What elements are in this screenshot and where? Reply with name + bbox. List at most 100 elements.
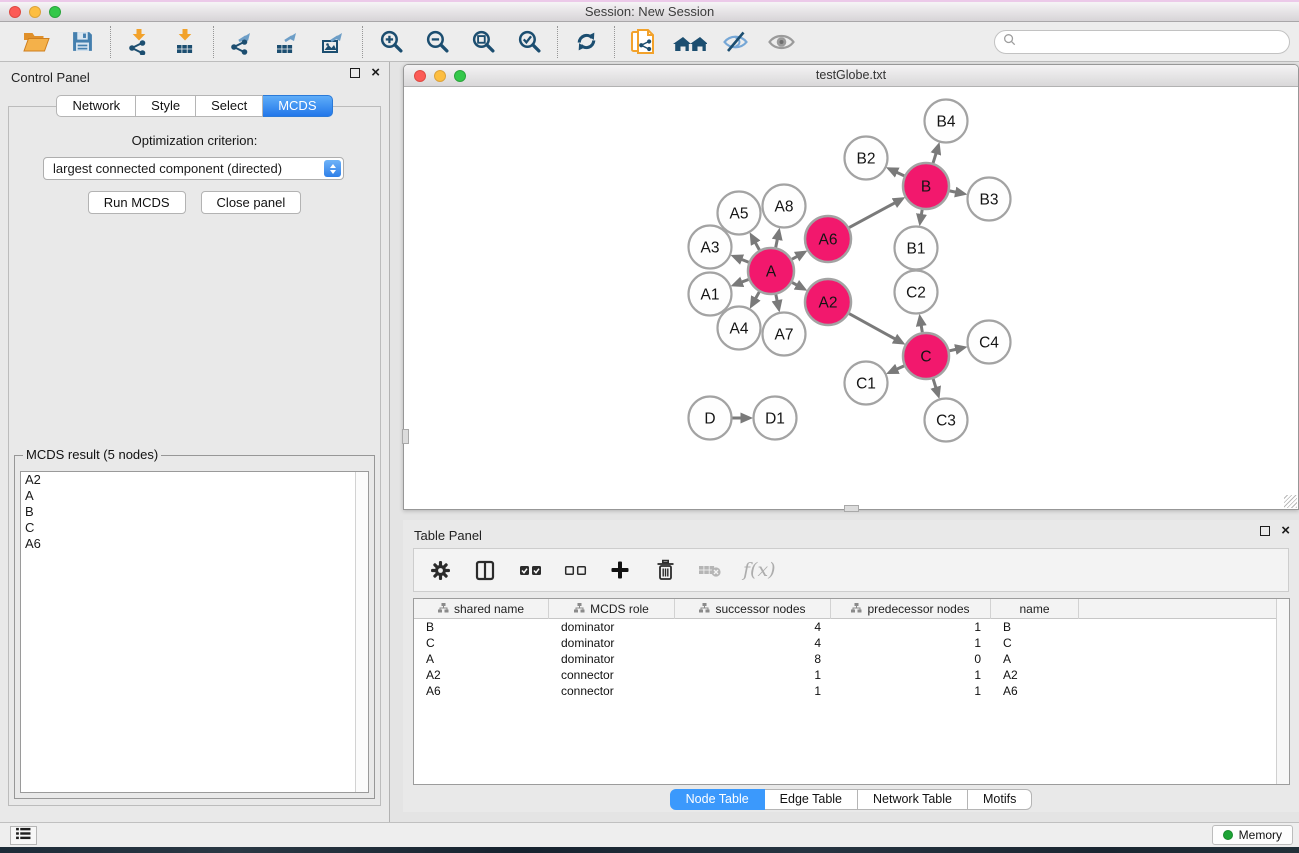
result-item[interactable]: A2 bbox=[21, 472, 368, 488]
zoom-window-button[interactable] bbox=[49, 6, 61, 18]
table-row[interactable]: Adominator80A bbox=[414, 651, 1289, 667]
result-scrollbar[interactable] bbox=[355, 472, 368, 792]
show-annotations-button[interactable] bbox=[766, 27, 796, 57]
graph-node-A[interactable]: A bbox=[748, 248, 794, 294]
splitter-handle-horizontal[interactable] bbox=[844, 505, 859, 512]
column-header-successor-nodes[interactable]: successor nodes bbox=[675, 599, 831, 619]
result-item[interactable]: C bbox=[21, 520, 368, 536]
table-row[interactable]: A6connector11A6 bbox=[414, 683, 1289, 699]
table-row[interactable]: Cdominator41C bbox=[414, 635, 1289, 651]
zoom-fit-button[interactable] bbox=[468, 27, 498, 57]
graph-edge-A-A6[interactable] bbox=[792, 256, 798, 259]
table-cell[interactable]: 1 bbox=[831, 619, 991, 635]
graph-node-A7[interactable]: A7 bbox=[763, 313, 806, 356]
export-network-button[interactable] bbox=[227, 27, 257, 57]
export-image-button[interactable] bbox=[319, 27, 349, 57]
graph-edge-C-C3[interactable] bbox=[933, 379, 936, 388]
table-row[interactable]: A2connector11A2 bbox=[414, 667, 1289, 683]
zoom-selected-button[interactable] bbox=[514, 27, 544, 57]
graph-edge-A-A5[interactable] bbox=[755, 242, 759, 250]
refresh-button[interactable] bbox=[571, 27, 601, 57]
graph-edge-B-B4[interactable] bbox=[933, 153, 936, 163]
graph-edge-A-A3[interactable] bbox=[741, 259, 748, 262]
table-cell[interactable]: dominator bbox=[549, 635, 675, 651]
graph-node-C1[interactable]: C1 bbox=[845, 362, 888, 405]
import-table-button[interactable] bbox=[170, 27, 200, 57]
network-window-titlebar[interactable]: testGlobe.txt bbox=[404, 65, 1298, 87]
table-cell[interactable]: 4 bbox=[675, 619, 831, 635]
add-row-button[interactable] bbox=[608, 557, 632, 583]
table-cell[interactable]: 4 bbox=[675, 635, 831, 651]
network-zoom-button[interactable] bbox=[454, 70, 466, 82]
save-session-button[interactable] bbox=[67, 27, 97, 57]
search-input[interactable] bbox=[1021, 33, 1289, 51]
graph-edge-A-A1[interactable] bbox=[741, 279, 748, 282]
graph-node-A2[interactable]: A2 bbox=[805, 279, 851, 325]
network-close-button[interactable] bbox=[414, 70, 426, 82]
delete-table-button[interactable] bbox=[698, 557, 722, 583]
graph-edge-A2-C[interactable] bbox=[849, 314, 895, 340]
resize-grip[interactable] bbox=[1284, 495, 1297, 508]
table-cell[interactable]: dominator bbox=[549, 619, 675, 635]
graph-node-A1[interactable]: A1 bbox=[689, 273, 732, 316]
float-panel-icon[interactable] bbox=[350, 68, 360, 78]
table-cell[interactable]: dominator bbox=[549, 651, 675, 667]
table-cell[interactable]: A bbox=[991, 651, 1079, 667]
table-cell[interactable]: 1 bbox=[831, 667, 991, 683]
table-cell[interactable]: B bbox=[414, 619, 549, 635]
graph-node-A3[interactable]: A3 bbox=[689, 226, 732, 269]
close-panel-button[interactable]: Close panel bbox=[201, 191, 302, 214]
run-mcds-button[interactable]: Run MCDS bbox=[88, 191, 186, 214]
minimize-window-button[interactable] bbox=[29, 6, 41, 18]
table-cell[interactable]: A2 bbox=[991, 667, 1079, 683]
tab-network[interactable]: Network bbox=[56, 95, 136, 117]
graph-node-B3[interactable]: B3 bbox=[968, 178, 1011, 221]
graph-edge-A-A4[interactable] bbox=[755, 292, 759, 299]
graph-edge-B-B3[interactable] bbox=[950, 191, 957, 192]
graph-node-B4[interactable]: B4 bbox=[925, 100, 968, 143]
column-header-MCDS-role[interactable]: MCDS role bbox=[549, 599, 675, 619]
graph-edge-A-A8[interactable] bbox=[776, 239, 778, 248]
graph-node-C[interactable]: C bbox=[903, 333, 949, 379]
open-file-button[interactable] bbox=[21, 27, 51, 57]
import-network-button[interactable] bbox=[124, 27, 154, 57]
splitter-handle-vertical[interactable] bbox=[402, 429, 409, 444]
home-button[interactable] bbox=[674, 27, 704, 57]
result-item[interactable]: A6 bbox=[21, 536, 368, 552]
duplicate-network-button[interactable] bbox=[628, 27, 658, 57]
column-header-predecessor-nodes[interactable]: predecessor nodes bbox=[831, 599, 991, 619]
tab-style[interactable]: Style bbox=[136, 95, 196, 117]
table-cell[interactable]: A2 bbox=[414, 667, 549, 683]
graph-node-B2[interactable]: B2 bbox=[845, 137, 888, 180]
table-cell[interactable]: connector bbox=[549, 667, 675, 683]
graph-node-D[interactable]: D bbox=[689, 397, 732, 440]
tab-select[interactable]: Select bbox=[196, 95, 263, 117]
tab-edge-table[interactable]: Edge Table bbox=[765, 789, 858, 810]
table-scrollbar[interactable] bbox=[1276, 599, 1289, 784]
graph-node-B1[interactable]: B1 bbox=[895, 227, 938, 270]
criterion-dropdown[interactable]: largest connected component (directed) bbox=[43, 157, 344, 180]
graph-node-C4[interactable]: C4 bbox=[968, 321, 1011, 364]
table-cell[interactable]: A6 bbox=[991, 683, 1079, 699]
graph-edge-C-C4[interactable] bbox=[949, 349, 956, 351]
table-cell[interactable]: 0 bbox=[831, 651, 991, 667]
select-all-button[interactable] bbox=[518, 557, 542, 583]
close-panel-icon[interactable]: × bbox=[371, 68, 380, 78]
table-cell[interactable]: 1 bbox=[675, 683, 831, 699]
table-row[interactable]: Bdominator41B bbox=[414, 619, 1289, 635]
tab-node-table[interactable]: Node Table bbox=[670, 789, 765, 810]
graph-node-C3[interactable]: C3 bbox=[925, 399, 968, 442]
table-cell[interactable]: connector bbox=[549, 683, 675, 699]
table-cell[interactable]: 8 bbox=[675, 651, 831, 667]
table-close-panel-icon[interactable]: × bbox=[1281, 526, 1290, 536]
network-minimize-button[interactable] bbox=[434, 70, 446, 82]
graph-node-D1[interactable]: D1 bbox=[754, 397, 797, 440]
zoom-in-button[interactable] bbox=[376, 27, 406, 57]
table-cell[interactable]: A bbox=[414, 651, 549, 667]
table-cell[interactable]: 1 bbox=[831, 635, 991, 651]
column-header-name[interactable]: name bbox=[991, 599, 1079, 619]
settings-button[interactable] bbox=[428, 557, 452, 583]
graph-edge-C-C1[interactable] bbox=[897, 366, 905, 369]
table-cell[interactable]: C bbox=[414, 635, 549, 651]
table-float-panel-icon[interactable] bbox=[1260, 526, 1270, 536]
